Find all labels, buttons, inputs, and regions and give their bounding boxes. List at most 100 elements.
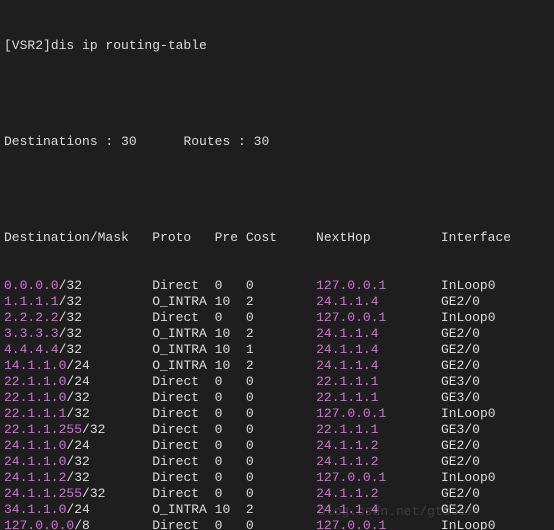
- pre: 0: [215, 518, 246, 530]
- nexthop-ip: 127.0.0.1: [316, 406, 386, 421]
- summary-routes-label: Routes :: [183, 134, 253, 149]
- prompt-line: [VSR2]dis ip routing-table: [4, 38, 550, 54]
- summary-line: Destinations : 30 Routes : 30: [4, 134, 550, 150]
- nh-pad: [386, 278, 441, 293]
- proto: Direct: [152, 454, 214, 469]
- terminal-output[interactable]: [VSR2]dis ip routing-table Destinations …: [0, 0, 554, 530]
- pre: 10: [215, 294, 246, 309]
- cost: 0: [246, 310, 316, 325]
- table-row: 24.1.1.0/24 Direct 0 0 24.1.1.2 GE2/0: [4, 438, 550, 454]
- pre: 0: [215, 486, 246, 501]
- dest-mask: /24: [66, 502, 152, 517]
- routing-table-body: 0.0.0.0/32 Direct 0 0 127.0.0.1 InLoop01…: [4, 278, 550, 530]
- nh-pad: [379, 294, 441, 309]
- dest-mask: /32: [59, 278, 153, 293]
- nexthop-ip: 24.1.1.4: [316, 342, 378, 357]
- dest-ip: 34.1.1.0: [4, 502, 66, 517]
- nexthop-ip: 24.1.1.4: [316, 294, 378, 309]
- cost: 0: [246, 454, 316, 469]
- dest-ip: 1.1.1.1: [4, 294, 59, 309]
- pre: 0: [215, 438, 246, 453]
- nexthop-ip: 22.1.1.1: [316, 374, 378, 389]
- interface: InLoop0: [441, 518, 496, 530]
- nexthop-ip: 24.1.1.2: [316, 454, 378, 469]
- prompt-cmd: dis ip routing-table: [51, 38, 207, 53]
- proto: Direct: [152, 310, 214, 325]
- nh-pad: [379, 454, 441, 469]
- table-row: 1.1.1.1/32 O_INTRA 10 2 24.1.1.4 GE2/0: [4, 294, 550, 310]
- pre: 0: [215, 422, 246, 437]
- summary-gap: [137, 134, 184, 149]
- pre: 0: [215, 454, 246, 469]
- dest-ip: 22.1.1.1: [4, 406, 66, 421]
- proto: Direct: [152, 486, 214, 501]
- interface: InLoop0: [441, 406, 496, 421]
- dest-mask: /24: [66, 374, 152, 389]
- cost: 0: [246, 390, 316, 405]
- nh-pad: [386, 310, 441, 325]
- table-row: 3.3.3.3/32 O_INTRA 10 2 24.1.1.4 GE2/0: [4, 326, 550, 342]
- table-row: 127.0.0.0/8 Direct 0 0 127.0.0.1 InLoop0: [4, 518, 550, 530]
- nexthop-ip: 24.1.1.4: [316, 358, 378, 373]
- pre: 0: [215, 390, 246, 405]
- dest-mask: /32: [59, 310, 153, 325]
- cost: 0: [246, 486, 316, 501]
- interface: GE2/0: [441, 294, 480, 309]
- interface: GE3/0: [441, 374, 480, 389]
- proto: Direct: [152, 406, 214, 421]
- proto: O_INTRA: [152, 502, 214, 517]
- interface: GE3/0: [441, 390, 480, 405]
- dest-mask: /24: [66, 438, 152, 453]
- nexthop-ip: 24.1.1.2: [316, 438, 378, 453]
- pre: 10: [215, 342, 246, 357]
- nh-pad: [386, 470, 441, 485]
- table-row: 24.1.1.0/32 Direct 0 0 24.1.1.2 GE2/0: [4, 454, 550, 470]
- nexthop-ip: 127.0.0.1: [316, 310, 386, 325]
- interface: InLoop0: [441, 278, 496, 293]
- blank-line: [4, 86, 550, 102]
- proto: Direct: [152, 470, 214, 485]
- cost: 0: [246, 374, 316, 389]
- cost: 1: [246, 342, 316, 357]
- dest-mask: /32: [66, 406, 152, 421]
- nh-pad: [379, 390, 441, 405]
- table-row: 22.1.1.0/24 Direct 0 0 22.1.1.1 GE3/0: [4, 374, 550, 390]
- nexthop-ip: 127.0.0.1: [316, 278, 386, 293]
- header-row: Destination/Mask Proto Pre Cost NextHop …: [4, 230, 550, 246]
- nh-pad: [386, 518, 441, 530]
- cost: 0: [246, 518, 316, 530]
- dest-mask: /24: [66, 358, 152, 373]
- dest-ip: 127.0.0.0: [4, 518, 74, 530]
- dest-mask: /32: [66, 470, 152, 485]
- nh-pad: [379, 486, 441, 501]
- dest-ip: 3.3.3.3: [4, 326, 59, 341]
- proto: O_INTRA: [152, 358, 214, 373]
- dest-ip: 24.1.1.0: [4, 454, 66, 469]
- interface: GE2/0: [441, 486, 480, 501]
- cost: 2: [246, 502, 316, 517]
- nh-pad: [379, 326, 441, 341]
- proto: Direct: [152, 374, 214, 389]
- dest-ip: 22.1.1.0: [4, 390, 66, 405]
- summary-dest-value: 30: [121, 134, 137, 149]
- nexthop-ip: 22.1.1.1: [316, 422, 378, 437]
- pre: 10: [215, 326, 246, 341]
- cost: 2: [246, 294, 316, 309]
- prompt-host: [VSR2]: [4, 38, 51, 53]
- pre: 10: [215, 358, 246, 373]
- proto: Direct: [152, 278, 214, 293]
- proto: Direct: [152, 438, 214, 453]
- dest-ip: 14.1.1.0: [4, 358, 66, 373]
- nh-pad: [379, 438, 441, 453]
- table-row: 2.2.2.2/32 Direct 0 0 127.0.0.1 InLoop0: [4, 310, 550, 326]
- interface: InLoop0: [441, 310, 496, 325]
- dest-mask: /32: [59, 342, 153, 357]
- interface: GE2/0: [441, 358, 480, 373]
- table-row: 24.1.1.255/32 Direct 0 0 24.1.1.2 GE2/0: [4, 486, 550, 502]
- pre: 10: [215, 502, 246, 517]
- nexthop-ip: 22.1.1.1: [316, 390, 378, 405]
- nexthop-ip: 127.0.0.1: [316, 518, 386, 530]
- dest-ip: 22.1.1.255: [4, 422, 82, 437]
- dest-ip: 22.1.1.0: [4, 374, 66, 389]
- summary-dest-label: Destinations :: [4, 134, 121, 149]
